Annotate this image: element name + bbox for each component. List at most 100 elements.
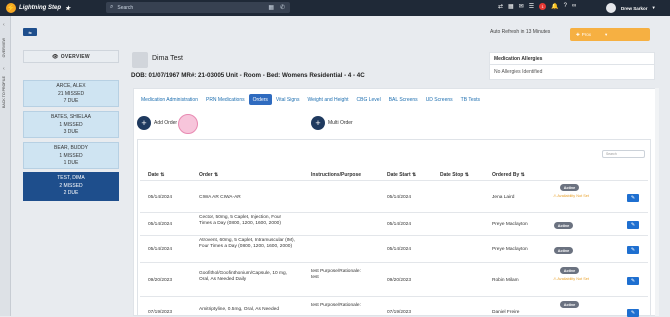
cell-ordered-by: Preye Maclayton <box>492 247 528 252</box>
cell-order: Atrovent, 60mg, 5 Caplet, Intramuscular … <box>199 238 295 249</box>
tab-medication-administration[interactable]: Medication Administration <box>137 94 202 105</box>
plus-icon: + <box>311 116 325 130</box>
tab-weight-height[interactable]: Weight and Height <box>303 94 352 105</box>
top-navbar: ⚡ Lightning Step ★ ⌕ Search ▦ ✆ ⇄ ▦ ✉ ☰ … <box>0 0 670 16</box>
divider <box>140 262 648 263</box>
allergy-value: No Allergies Identified <box>494 69 543 75</box>
patient-due: 7 DUE <box>63 98 79 105</box>
help-icon[interactable]: ? <box>564 3 567 10</box>
edit-button[interactable]: ✎ <box>627 221 639 229</box>
phone-icon[interactable]: ✆ <box>280 4 285 11</box>
edit-icon: ✎ <box>630 195 636 201</box>
calendar-icon[interactable]: ▦ <box>268 4 274 11</box>
cell-date: 09/20/2023 <box>148 278 173 283</box>
column-header-order[interactable]: Order ⇅ <box>199 172 218 178</box>
patient-missed: 2 MISSED <box>59 182 83 189</box>
left-rail: ‹ OVERVIEW ‹ BACK TO PROFILE <box>0 16 11 316</box>
column-header-ordered-by[interactable]: Ordered By ⇅ <box>492 172 525 178</box>
divider <box>140 235 648 236</box>
rail-overview-link[interactable]: OVERVIEW <box>2 38 6 57</box>
cell-start: 05/14/2024 <box>387 195 412 200</box>
column-header-date-stop[interactable]: Date Stop ⇅ <box>440 172 469 178</box>
cell-ordered-by: Daniel Freire <box>492 310 520 315</box>
cell-instructions: test Purpose/Rationale: test <box>311 269 361 280</box>
link-icon[interactable]: ∞ <box>572 3 576 10</box>
top-icon-bar: ⇄ ▦ ✉ ☰ 1 🔔 ? ∞ <box>498 3 576 10</box>
auto-refresh-text: Auto Refresh in 13 Minutes <box>490 29 551 35</box>
status-badge: Active <box>554 247 573 254</box>
divider <box>140 180 648 181</box>
chevron-down-icon: ▾ <box>605 31 608 37</box>
chevron-left-icon[interactable]: ‹ <box>3 22 5 28</box>
cell-order: CIWA AR CIWA-AR <box>199 195 241 200</box>
cell-ordered-by: Preye Maclayton <box>492 222 528 227</box>
chevron-left-icon[interactable]: ‹ <box>3 66 5 72</box>
chat-icon[interactable]: ☰ <box>529 3 534 10</box>
column-header-date[interactable]: Date ⇅ <box>148 172 164 178</box>
action-label: Prox <box>581 32 592 37</box>
tab-ud-screens[interactable]: UD Screens <box>422 94 457 105</box>
column-header-date-start[interactable]: Date Start ⇅ <box>387 172 416 178</box>
status-badge: Active <box>560 267 579 274</box>
cell-ordered-by: Robin Milam <box>492 278 519 283</box>
star-icon[interactable]: ★ <box>65 5 70 12</box>
availability-warning: ⚠ Availability Not Set <box>553 194 589 198</box>
calendar-icon[interactable]: ▦ <box>508 3 514 10</box>
allergy-title: Medication Allergies <box>490 53 654 65</box>
plus-icon: + <box>137 116 151 130</box>
app-logo[interactable]: ⚡ Lightning Step ★ <box>6 3 70 13</box>
table-search-input[interactable]: Search <box>602 150 645 158</box>
divider <box>140 212 648 213</box>
add-order-button[interactable]: + Add Order <box>137 116 177 130</box>
divider <box>140 296 648 297</box>
patient-card[interactable]: BEAR, BUDDY 1 MISSED 1 DUE <box>23 142 119 169</box>
patient-name: ARCE, ALEX <box>56 83 86 89</box>
notification-badge[interactable]: 1 <box>539 3 547 10</box>
chevron-down-icon: ▾ <box>652 5 655 10</box>
patient-card[interactable]: ARCE, ALEX 21 MISSED 7 DUE <box>23 80 119 107</box>
column-header-instructions[interactable]: Instructions/Purpose <box>311 172 361 178</box>
cell-start: 05/14/2024 <box>387 247 412 252</box>
edit-button[interactable]: ✎ <box>627 277 639 285</box>
status-badge: Active <box>560 301 579 308</box>
tab-vital-signs[interactable]: Vital Signs <box>272 94 304 105</box>
action-button[interactable]: ✚ Prox ▾ <box>570 28 650 41</box>
cell-order: Amitriptyline, 0.5mg, Oral, As Needed <box>199 307 279 312</box>
scrollbar[interactable] <box>655 88 659 316</box>
cell-order: Goofithol/Goofinthonium/Capsule, 10 mg, … <box>199 271 287 282</box>
transfer-icon[interactable]: ⇄ <box>498 3 503 10</box>
patient-card[interactable]: BATES, SHIELAA 1 MISSED 3 DUE <box>23 111 119 138</box>
cell-date: 05/14/2024 <box>148 222 173 227</box>
patient-name: BEAR, BUDDY <box>54 145 88 151</box>
edit-button[interactable]: ✎ <box>627 246 639 254</box>
patient-name: TEST, DIMA <box>57 175 85 181</box>
patient-info: DOB: 01/07/1967 MR#: 21-03005 Unit - Roo… <box>131 72 365 79</box>
user-menu[interactable]: Drew Sarkor ▾ <box>606 3 655 13</box>
bell-icon[interactable]: 🔔 <box>551 3 558 10</box>
edit-icon: ✎ <box>630 278 636 284</box>
multi-order-button[interactable]: + Multi Order <box>311 116 353 130</box>
tab-tb-tests[interactable]: TB Tests <box>457 94 484 105</box>
tab-bar: Medication Administration PRN Medication… <box>137 94 484 105</box>
patient-due: 3 DUE <box>63 129 79 136</box>
tab-bal-screens[interactable]: BAL Screens <box>385 94 422 105</box>
app-title: Lightning Step <box>19 5 61 11</box>
patient-name: BATES, SHIELAA <box>51 114 91 120</box>
tab-cbg-level[interactable]: CBG Level <box>353 94 385 105</box>
inbox-icon[interactable]: ✉ <box>519 3 524 10</box>
search-icon: ⌕ <box>110 4 114 10</box>
overview-label: OVERVIEW <box>60 53 90 60</box>
rail-back-to-profile-link[interactable]: BACK TO PROFILE <box>2 76 6 108</box>
patient-missed: 21 MISSED <box>57 90 85 97</box>
tab-prn-medications[interactable]: PRN Medications <box>202 94 249 105</box>
cell-instructions: test Purpose/Rationale: <box>311 303 361 308</box>
collapse-button[interactable]: ⇆ <box>23 28 37 36</box>
edit-button[interactable]: ✎ <box>627 194 639 202</box>
patient-card-selected[interactable]: TEST, DIMA 2 MISSED 2 DUE <box>23 172 119 201</box>
cell-start: 05/14/2024 <box>387 222 412 227</box>
patient-due: 1 DUE <box>63 160 79 167</box>
global-search-input[interactable]: ⌕ Search ▦ ✆ <box>106 2 290 13</box>
status-badge: Active <box>554 222 573 229</box>
overview-button[interactable]: 👁 OVERVIEW <box>23 50 119 63</box>
tab-orders[interactable]: Orders <box>248 94 272 105</box>
